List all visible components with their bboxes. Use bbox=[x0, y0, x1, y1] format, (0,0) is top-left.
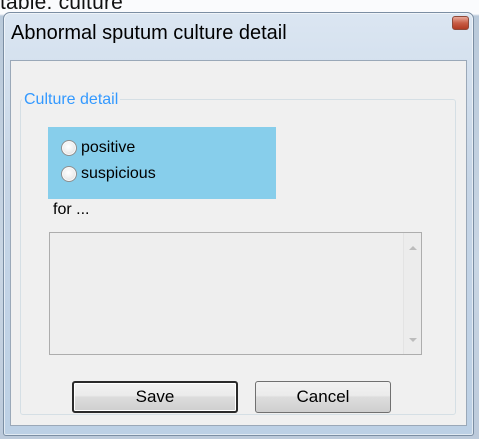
cancel-button[interactable]: Cancel bbox=[255, 381, 391, 413]
dialog-title: Abnormal sputum culture detail bbox=[11, 22, 287, 44]
radio-option-panel: positive suspicious bbox=[48, 127, 276, 199]
radio-label[interactable]: suspicious bbox=[81, 165, 156, 183]
for-label: for ... bbox=[53, 201, 90, 218]
radio-option-suspicious[interactable]: suspicious bbox=[61, 163, 156, 185]
radio-option-positive[interactable]: positive bbox=[61, 137, 135, 159]
for-listbox[interactable] bbox=[49, 232, 422, 355]
save-button[interactable]: Save bbox=[72, 381, 238, 413]
dialog-window: Abnormal sputum culture detail Culture d… bbox=[3, 12, 474, 436]
scroll-down-arrow-icon[interactable] bbox=[409, 338, 417, 342]
groupbox-caption: Culture detail bbox=[22, 91, 121, 109]
radio-button-icon[interactable] bbox=[61, 166, 77, 182]
listbox-scrollbar[interactable] bbox=[403, 233, 421, 354]
close-icon[interactable] bbox=[452, 16, 469, 30]
radio-button-icon[interactable] bbox=[61, 140, 77, 156]
dialog-client-area: Culture detail positive suspicious for .… bbox=[10, 60, 467, 426]
scroll-up-arrow-icon[interactable] bbox=[409, 246, 417, 250]
radio-label[interactable]: positive bbox=[81, 139, 135, 157]
